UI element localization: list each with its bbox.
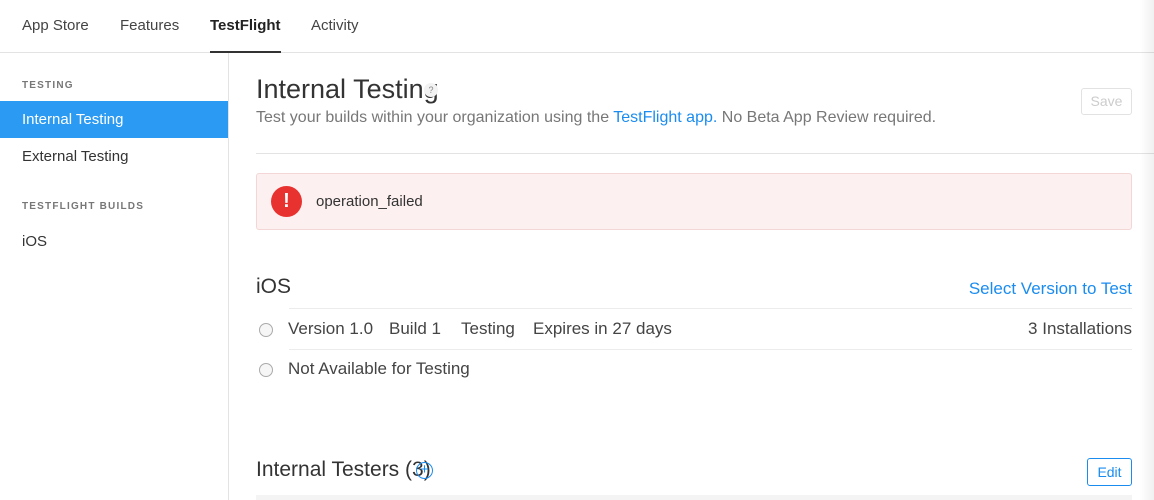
unavailable-radio[interactable]: [259, 363, 273, 377]
add-tester-icon[interactable]: +: [416, 462, 433, 479]
select-version-link[interactable]: Select Version to Test: [969, 279, 1132, 299]
build-number: Build 1: [389, 319, 441, 338]
testers-table-header: [256, 495, 1132, 500]
header-divider: [256, 153, 1154, 154]
sidebar-item-internal-testing[interactable]: Internal Testing: [0, 101, 228, 138]
error-message: operation_failed: [316, 193, 423, 210]
build-expiry: Expires in 27 days: [533, 319, 672, 338]
tab-features[interactable]: Features: [120, 0, 179, 53]
not-available-label: Not Available for Testing: [288, 359, 470, 378]
top-navigation: App Store Features TestFlight Activity: [0, 0, 1154, 53]
edit-button[interactable]: Edit: [1087, 458, 1132, 486]
save-button[interactable]: Save: [1081, 88, 1132, 115]
sidebar-item-external-testing[interactable]: External Testing: [0, 138, 228, 175]
tab-activity[interactable]: Activity: [311, 0, 359, 53]
sidebar-heading-testflight-builds: TESTFLIGHT BUILDS: [22, 201, 145, 212]
error-banner: ! operation_failed: [256, 173, 1132, 230]
page-title: Internal Testing: [256, 74, 439, 104]
tab-testflight[interactable]: TestFlight: [210, 0, 281, 53]
platform-title: iOS: [256, 275, 292, 298]
testers-label: Internal Testers: [256, 458, 400, 481]
sidebar-heading-testing: TESTING: [22, 80, 74, 91]
sidebar: TESTING Internal Testing External Testin…: [0, 53, 229, 500]
tab-app-store[interactable]: App Store: [22, 0, 89, 53]
build-status: Testing: [461, 319, 515, 338]
row-divider: [289, 349, 1132, 350]
row-divider: [289, 308, 1132, 309]
testflight-app-link[interactable]: TestFlight app.: [613, 109, 717, 126]
sidebar-item-ios[interactable]: iOS: [0, 223, 228, 260]
page-subtitle: Test your builds within your organizatio…: [256, 109, 936, 127]
subtitle-text-start: Test your builds within your organizatio…: [256, 109, 614, 126]
error-icon: !: [271, 186, 302, 217]
help-icon[interactable]: ?: [424, 83, 438, 97]
subtitle-text-end: No Beta App Review required.: [717, 109, 937, 126]
main-content: Internal Testing ? Test your builds with…: [229, 53, 1154, 500]
build-radio[interactable]: [259, 323, 273, 337]
internal-testers-title: Internal Testers (3): [256, 458, 431, 482]
build-version: Version 1.0: [288, 319, 374, 338]
build-installations: 3 Installations: [1028, 319, 1132, 338]
